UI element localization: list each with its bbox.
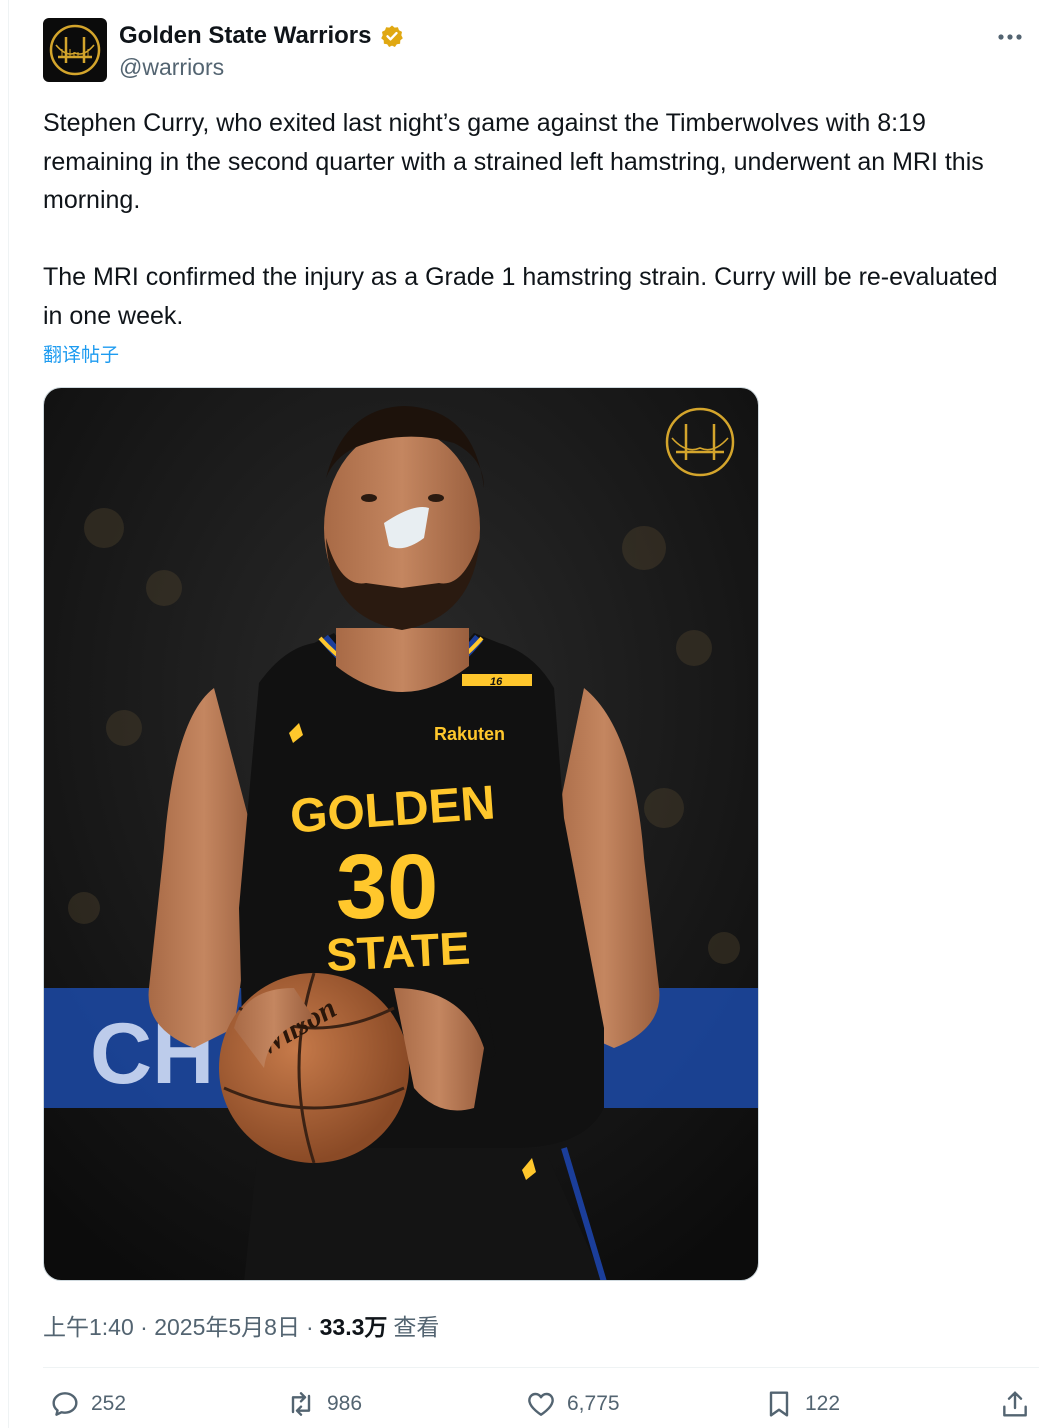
bookmark-icon (769, 1391, 789, 1417)
heart-icon (528, 1392, 554, 1416)
tweet-container: Golden State Warriors @warriors Stephen … (8, 0, 1040, 1428)
meta-separator: · (305, 1314, 314, 1340)
tweet-photo[interactable]: CH 16 Rakuten GOLDEN 30 STATE Wilson (43, 387, 759, 1281)
shoulder-number: 16 (490, 676, 503, 688)
tweet-text: Stephen Curry, who exited last night’s g… (43, 104, 1023, 335)
jersey-number: 30 (336, 836, 438, 938)
warriors-logo-icon (49, 24, 101, 76)
jersey-patch: Rakuten (434, 724, 505, 744)
divider (43, 1367, 1039, 1368)
share-icon (1003, 1391, 1027, 1417)
tweet-paragraph: Stephen Curry, who exited last night’s g… (43, 109, 991, 214)
more-options-button[interactable] (995, 22, 1025, 52)
author-display-name[interactable]: Golden State Warriors (119, 22, 372, 50)
action-bar: 252 986 6,775 122 (49, 1382, 1039, 1426)
retweet-button[interactable]: 986 (285, 1382, 362, 1426)
retweet-count: 986 (327, 1392, 363, 1415)
share-button[interactable] (999, 1382, 1031, 1426)
avatar[interactable] (43, 18, 107, 82)
player-photo: CH 16 Rakuten GOLDEN 30 STATE Wilson (44, 388, 758, 1280)
tweet-meta: 上午1:40 · 2025年5月8日 · 33.3万 查看 (43, 1308, 439, 1342)
reply-button[interactable]: 252 (49, 1382, 126, 1426)
reply-count: 252 (91, 1392, 127, 1415)
views-count: 33.3万 (319, 1314, 388, 1340)
timestamp[interactable]: 上午1:40 · 2025年5月8日 (43, 1308, 300, 1342)
name-row: Golden State Warriors (119, 22, 404, 50)
reply-icon (52, 1392, 78, 1416)
jersey-wordmark-bottom: STATE (325, 922, 471, 981)
verified-badge-icon[interactable] (380, 24, 404, 48)
tweet-paragraph: The MRI confirmed the injury as a Grade … (43, 263, 1005, 330)
like-count: 6,775 (567, 1392, 620, 1415)
views-label: 查看 (393, 1314, 440, 1340)
tweet-header: Golden State Warriors @warriors (43, 18, 1023, 84)
translate-link[interactable]: 翻译帖子 (43, 340, 119, 367)
author-handle[interactable]: @warriors (119, 54, 224, 81)
retweet-icon (291, 1392, 311, 1416)
more-dots-icon (998, 34, 1022, 40)
bookmark-count: 122 (805, 1392, 841, 1415)
like-button[interactable]: 6,775 (525, 1382, 620, 1426)
bookmark-button[interactable]: 122 (763, 1382, 840, 1426)
